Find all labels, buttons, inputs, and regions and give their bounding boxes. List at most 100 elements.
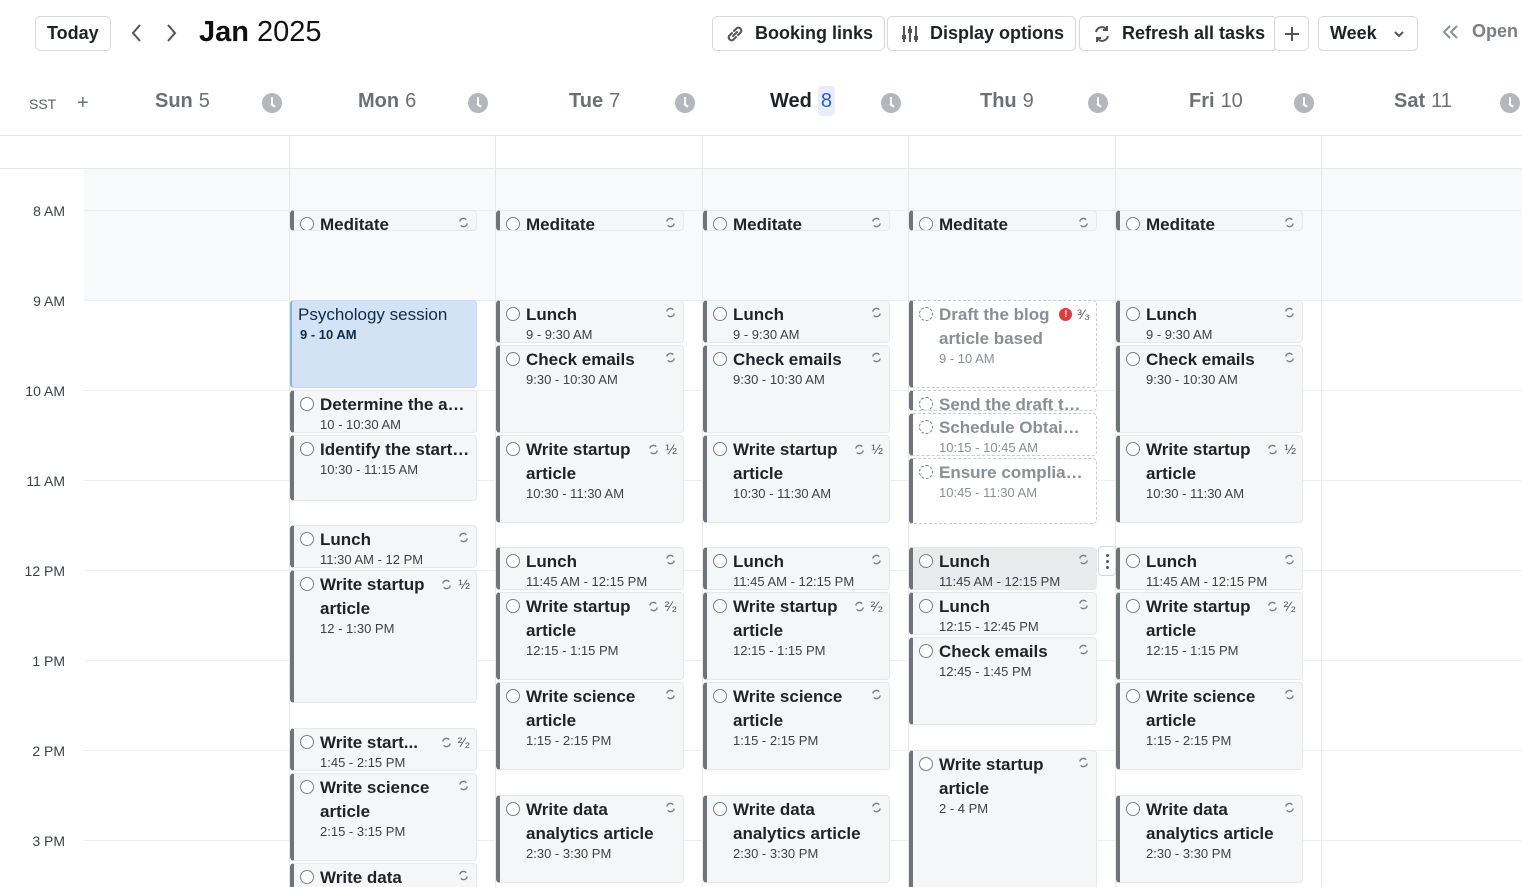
refresh-tasks-button[interactable]: Refresh all tasks bbox=[1079, 16, 1278, 51]
task-checkbox[interactable] bbox=[713, 554, 727, 568]
event-card[interactable]: Meditate bbox=[496, 210, 684, 231]
task-checkbox[interactable] bbox=[919, 757, 933, 771]
booking-links-button[interactable]: Booking links bbox=[712, 16, 886, 51]
event-card[interactable]: Write data analytics article 2:30 - 3:30 … bbox=[496, 795, 684, 883]
task-checkbox[interactable] bbox=[919, 465, 933, 479]
event-card[interactable]: Meditate bbox=[290, 210, 477, 231]
task-checkbox[interactable] bbox=[300, 442, 314, 456]
task-checkbox[interactable] bbox=[1126, 217, 1140, 230]
task-checkbox[interactable] bbox=[300, 870, 314, 884]
event-card[interactable]: Write startup article ½ 10:30 - 11:30 AM bbox=[703, 435, 890, 523]
event-card[interactable]: Write startup article ²⁄₂ 12:15 - 1:15 PM bbox=[703, 592, 890, 680]
task-checkbox[interactable] bbox=[1126, 802, 1140, 816]
task-checkbox[interactable] bbox=[506, 554, 520, 568]
event-card[interactable]: Psychology session 9 - 10 AM bbox=[290, 300, 477, 388]
open-sidebar-button[interactable]: Open bbox=[1440, 21, 1518, 42]
event-card[interactable]: Write startup article 2 - 4 PM bbox=[909, 750, 1097, 887]
previous-week-button[interactable] bbox=[126, 20, 148, 46]
event-card[interactable]: Meditate bbox=[909, 210, 1097, 231]
event-card-selected[interactable]: Lunch 11:45 AM - 12:15 PM bbox=[909, 547, 1097, 590]
task-checkbox[interactable] bbox=[300, 532, 314, 546]
clock-icon[interactable] bbox=[675, 93, 695, 113]
task-checkbox[interactable] bbox=[919, 420, 933, 434]
clock-icon[interactable] bbox=[881, 93, 901, 113]
event-card[interactable]: Send the draft to ... bbox=[909, 390, 1097, 411]
task-checkbox[interactable] bbox=[300, 577, 314, 591]
task-checkbox[interactable] bbox=[506, 352, 520, 366]
event-card[interactable]: Check emails 9:30 - 10:30 AM bbox=[496, 345, 684, 433]
next-week-button[interactable] bbox=[160, 20, 182, 46]
clock-icon[interactable] bbox=[262, 93, 282, 113]
display-options-button[interactable]: Display options bbox=[887, 16, 1077, 51]
task-checkbox[interactable] bbox=[506, 802, 520, 816]
event-card[interactable]: Write data analytics article 2:30 - 3:30 … bbox=[1116, 795, 1303, 883]
event-card[interactable]: Lunch 12:15 - 12:45 PM bbox=[909, 592, 1097, 635]
task-checkbox[interactable] bbox=[713, 217, 727, 230]
event-card[interactable]: Check emails 9:30 - 10:30 AM bbox=[1116, 345, 1303, 433]
task-checkbox[interactable] bbox=[1126, 442, 1140, 456]
task-checkbox[interactable] bbox=[300, 397, 314, 411]
task-checkbox[interactable] bbox=[713, 352, 727, 366]
day-header-fri[interactable]: Fri 10 bbox=[1189, 90, 1243, 113]
today-button[interactable]: Today bbox=[35, 16, 111, 51]
event-card[interactable]: Write science article 1:15 - 2:15 PM bbox=[1116, 682, 1303, 770]
task-checkbox[interactable] bbox=[713, 442, 727, 456]
clock-icon[interactable] bbox=[468, 93, 488, 113]
event-card[interactable]: Determine the art... 10 - 10:30 AM bbox=[290, 390, 477, 433]
task-checkbox[interactable] bbox=[506, 689, 520, 703]
day-header-mon[interactable]: Mon 6 bbox=[358, 90, 416, 113]
event-card[interactable]: Check emails 12:45 - 1:45 PM bbox=[909, 637, 1097, 725]
event-card[interactable]: Write startup article ½ 10:30 - 11:30 AM bbox=[1116, 435, 1303, 523]
event-card[interactable]: Check emails 9:30 - 10:30 AM bbox=[703, 345, 890, 433]
day-header-tue[interactable]: Tue 7 bbox=[569, 90, 620, 113]
clock-icon[interactable] bbox=[1500, 93, 1520, 113]
task-checkbox[interactable] bbox=[713, 802, 727, 816]
event-card[interactable]: Lunch 9 - 9:30 AM bbox=[1116, 300, 1303, 343]
event-card[interactable]: Write startup article ²⁄₂ 12:15 - 1:15 PM bbox=[496, 592, 684, 680]
event-card[interactable]: Lunch 9 - 9:30 AM bbox=[496, 300, 684, 343]
event-card[interactable]: Identify the startu... 10:30 - 11:15 AM bbox=[290, 435, 477, 501]
task-checkbox[interactable] bbox=[506, 442, 520, 456]
event-card[interactable]: Write data analytics article 2:30 - 3:30 … bbox=[703, 795, 890, 883]
event-card[interactable]: Meditate bbox=[1116, 210, 1303, 231]
day-header-thu[interactable]: Thu 9 bbox=[980, 90, 1034, 113]
event-card[interactable]: Meditate bbox=[703, 210, 890, 231]
add-button[interactable] bbox=[1274, 16, 1309, 51]
clock-icon[interactable] bbox=[1088, 93, 1108, 113]
task-checkbox[interactable] bbox=[919, 599, 933, 613]
task-checkbox[interactable] bbox=[919, 217, 933, 230]
timezone-label[interactable]: SST bbox=[29, 96, 56, 112]
more-options-icon[interactable] bbox=[1098, 546, 1116, 576]
task-checkbox[interactable] bbox=[1126, 307, 1140, 321]
day-header-sun[interactable]: Sun 5 bbox=[155, 90, 210, 113]
event-card[interactable]: Write startup article ½ 12 - 1:30 PM bbox=[290, 570, 477, 703]
task-checkbox[interactable] bbox=[1126, 352, 1140, 366]
event-card[interactable]: Lunch 11:45 AM - 12:15 PM bbox=[496, 547, 684, 590]
task-checkbox[interactable] bbox=[300, 217, 314, 230]
event-card[interactable]: Draft the blog article based on t...! ³⁄₃… bbox=[909, 300, 1097, 388]
event-card[interactable]: Lunch 11:45 AM - 12:15 PM bbox=[1116, 547, 1303, 590]
task-checkbox[interactable] bbox=[506, 307, 520, 321]
event-card[interactable]: Lunch 11:45 AM - 12:15 PM bbox=[703, 547, 890, 590]
task-checkbox[interactable] bbox=[919, 554, 933, 568]
task-checkbox[interactable] bbox=[300, 780, 314, 794]
task-checkbox[interactable] bbox=[1126, 554, 1140, 568]
task-checkbox[interactable] bbox=[1126, 689, 1140, 703]
task-checkbox[interactable] bbox=[919, 644, 933, 658]
task-checkbox[interactable] bbox=[506, 599, 520, 613]
task-checkbox[interactable] bbox=[1126, 599, 1140, 613]
event-card[interactable]: Write science article 1:15 - 2:15 PM bbox=[703, 682, 890, 770]
task-checkbox[interactable] bbox=[919, 397, 933, 410]
task-checkbox[interactable] bbox=[300, 735, 314, 749]
view-select[interactable]: Week bbox=[1318, 16, 1418, 51]
task-checkbox[interactable] bbox=[713, 307, 727, 321]
event-card[interactable]: Ensure complianc... 10:45 - 11:30 AM bbox=[909, 458, 1097, 524]
event-card[interactable]: Write science article 1:15 - 2:15 PM bbox=[496, 682, 684, 770]
day-header-wed[interactable]: Wed 8 bbox=[770, 86, 835, 116]
event-card[interactable]: Schedule Obtain f... 10:15 - 10:45 AM bbox=[909, 413, 1097, 456]
event-card[interactable]: Write start... ²⁄₂ 1:45 - 2:15 PM bbox=[290, 728, 477, 771]
event-card[interactable]: Write science article 2:15 - 3:15 PM bbox=[290, 773, 477, 861]
event-card[interactable]: Write data bbox=[290, 863, 477, 887]
event-card[interactable]: Write startup article ²⁄₂ 12:15 - 1:15 PM bbox=[1116, 592, 1303, 680]
task-checkbox[interactable] bbox=[506, 217, 520, 230]
